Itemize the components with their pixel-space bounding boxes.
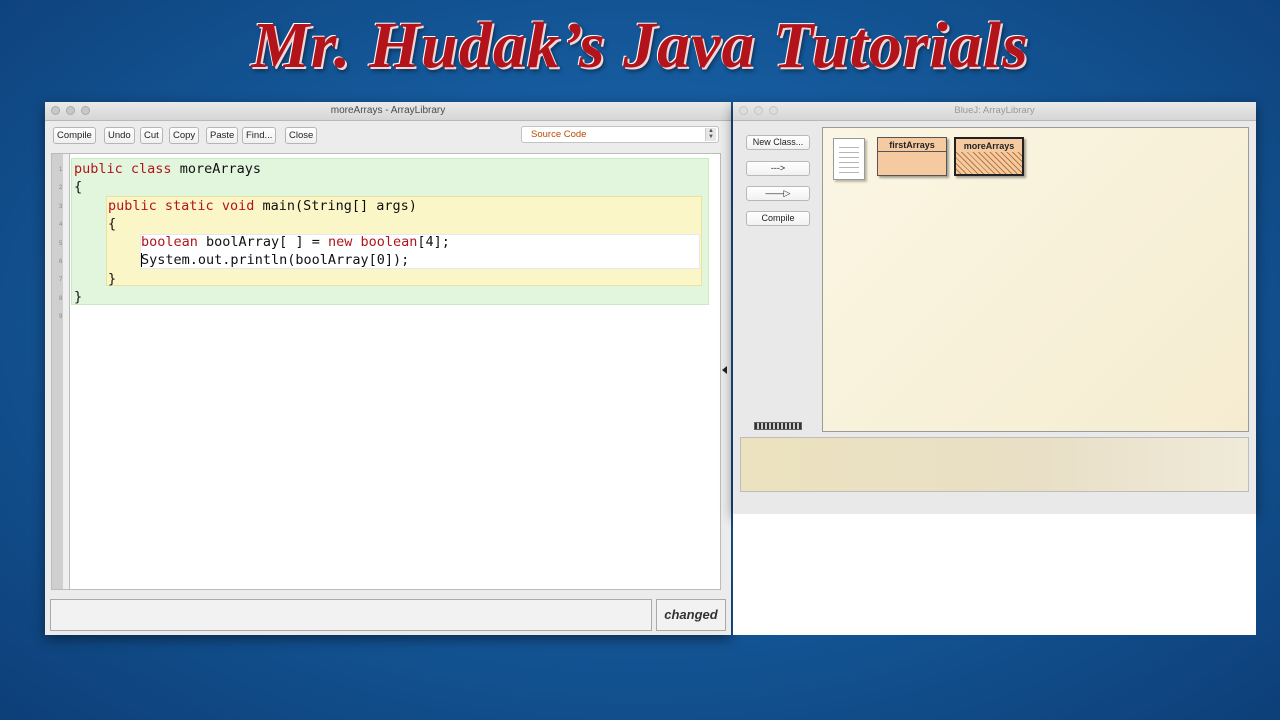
find-button[interactable]: Find... (242, 127, 277, 144)
zoom-window-icon[interactable] (769, 106, 778, 115)
line-number: 2 (59, 185, 63, 191)
editor-titlebar: moreArrays - ArrayLibrary (45, 102, 731, 121)
collapse-arrow-icon[interactable] (722, 366, 727, 374)
line-number: 8 (59, 296, 63, 302)
copy-button[interactable]: Copy (169, 127, 200, 144)
minimize-window-icon[interactable] (66, 106, 75, 115)
line-number: 7 (59, 277, 63, 283)
editor-window: moreArrays - ArrayLibrary Compile Undo C… (45, 102, 731, 635)
code-line: System.out.println(boolArray[0]); (141, 252, 410, 268)
dependency-arrow-button[interactable]: ---> (746, 161, 810, 176)
keyword: public (108, 198, 157, 214)
class-diagram-canvas[interactable]: firstArrays moreArrays (822, 127, 1249, 432)
view-select-value: Source Code (531, 129, 587, 140)
text-caret (141, 253, 142, 267)
line-number: 4 (59, 222, 63, 228)
keyword: public (74, 161, 123, 177)
code-line: { (108, 216, 117, 232)
paste-button[interactable]: Paste (206, 127, 239, 144)
code-editor[interactable]: 1 2 3 4 5 6 7 8 9 public class moreArray… (51, 153, 721, 590)
line-number-gutter: 1 2 3 4 5 6 7 8 9 (52, 154, 70, 589)
line-number: 6 (59, 259, 63, 265)
keyword: class (130, 161, 172, 177)
class-box-moreArrays[interactable]: moreArrays (954, 137, 1024, 176)
editor-title: moreArrays - ArrayLibrary (330, 105, 446, 116)
line-number: 1 (59, 167, 63, 173)
keyword: static (164, 198, 214, 214)
code-line: { (74, 179, 83, 195)
tutorial-banner-title: Mr. Hudak’s Java Tutorials (251, 9, 1029, 82)
minimize-window-icon[interactable] (754, 106, 763, 115)
code-text: moreArrays (171, 161, 261, 177)
zoom-window-icon[interactable] (81, 106, 90, 115)
code-line: public class moreArrays (74, 161, 261, 177)
compile-button[interactable]: Compile (53, 127, 96, 144)
inheritance-arrow-button[interactable]: ——▷ (746, 186, 810, 201)
error-message-field (50, 599, 652, 631)
status-label: changed (656, 599, 726, 631)
code-text: boolArray[ ] = (197, 234, 328, 250)
select-arrows-icon: ▲ ▼ (705, 128, 716, 141)
compile-button[interactable]: Compile (746, 211, 810, 226)
close-window-icon[interactable] (51, 106, 60, 115)
keyword: boolean (352, 234, 418, 250)
class-box-firstArrays[interactable]: firstArrays (877, 137, 947, 176)
bluej-titlebar: BlueJ: ArrayLibrary (733, 102, 1256, 121)
code-line: public static void main(String[] args) (108, 198, 417, 214)
new-class-button[interactable]: New Class... (746, 135, 810, 150)
code-line: boolean boolArray[ ] = new boolean[4]; (141, 234, 450, 250)
machine-activity-indicator (754, 422, 802, 430)
code-line: } (108, 271, 117, 287)
undo-button[interactable]: Undo (104, 127, 135, 144)
class-name: firstArrays (878, 139, 946, 152)
line-number: 9 (59, 314, 63, 320)
close-window-icon[interactable] (739, 106, 748, 115)
bluej-title: BlueJ: ArrayLibrary (954, 105, 1035, 116)
code-text: main(String[] args) (254, 198, 417, 214)
cut-button[interactable]: Cut (140, 127, 163, 144)
bluej-window: BlueJ: ArrayLibrary New Class... ---> ——… (733, 102, 1256, 514)
view-select[interactable]: Source Code ▲ ▼ (521, 126, 719, 143)
keyword: new (327, 234, 353, 250)
keyword: void (221, 198, 255, 214)
background-window (733, 514, 1256, 635)
line-number: 3 (59, 204, 63, 210)
code-text: [4]; (417, 234, 450, 250)
keyword: boolean (141, 234, 198, 250)
line-number: 5 (59, 241, 63, 247)
uncompiled-hatch (956, 152, 1022, 174)
close-button[interactable]: Close (285, 127, 318, 144)
readme-document-icon[interactable] (833, 138, 865, 180)
object-bench[interactable] (740, 437, 1249, 492)
code-line: } (74, 289, 83, 305)
